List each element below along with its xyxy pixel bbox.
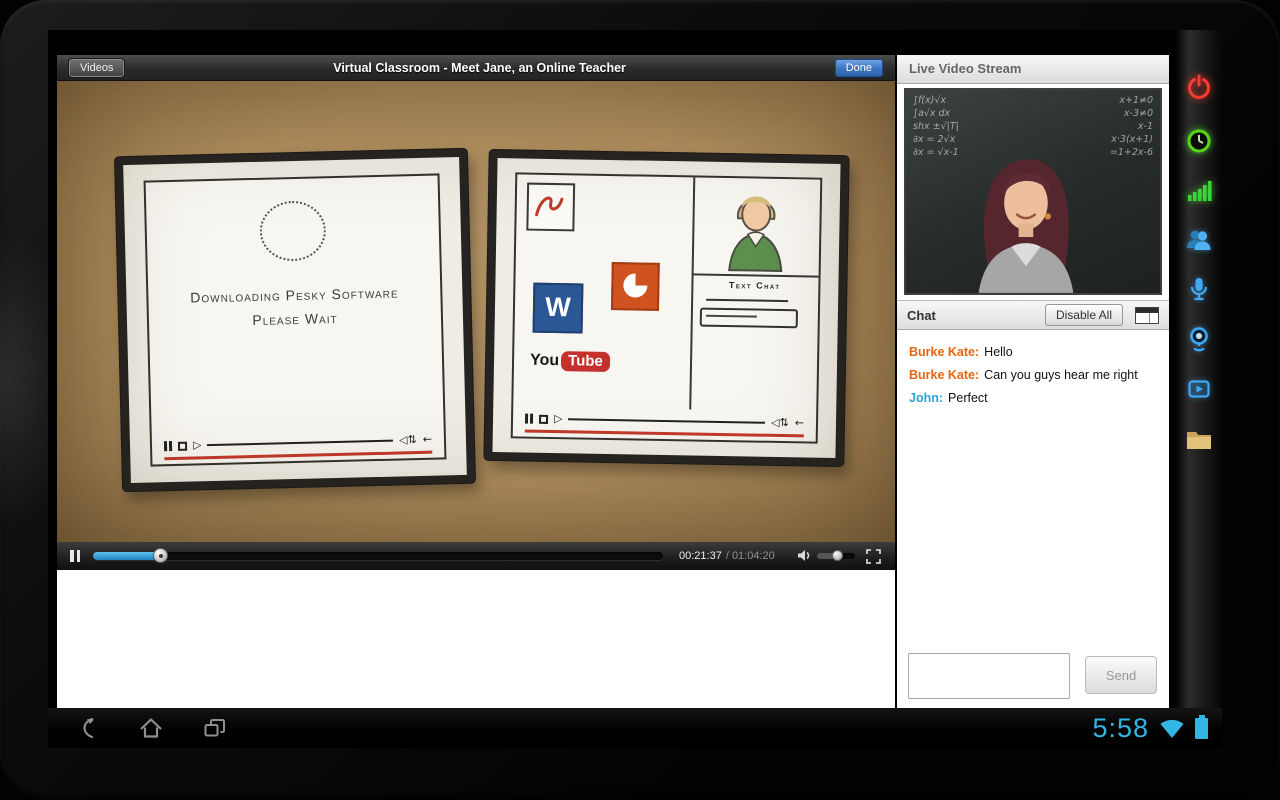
system-tray[interactable]: 5:58 [1092, 708, 1208, 748]
disable-all-button[interactable]: Disable All [1045, 304, 1123, 326]
side-panel: Live Video Stream ∫f(x)√x ∫a√x dx shx ±√… [897, 55, 1169, 708]
video-library-icon[interactable] [1175, 368, 1222, 410]
send-button[interactable]: Send [1085, 656, 1157, 694]
sketch-stop-icon [178, 441, 187, 450]
sketch-word-icon: W [533, 283, 584, 334]
chat-sender: John: [909, 391, 943, 405]
page-title: Virtual Classroom - Meet Jane, an Online… [124, 61, 834, 75]
sketch-arrow-icon: ← [795, 418, 804, 428]
chat-header: Chat Disable All [897, 300, 1169, 330]
chat-input[interactable] [908, 653, 1070, 699]
volume-icon[interactable] [797, 549, 812, 562]
mic-icon[interactable] [1175, 268, 1222, 310]
sketch-pause-icon [525, 414, 533, 424]
system-navbar: 5:58 [48, 708, 1222, 748]
webcam-icon[interactable] [1175, 318, 1222, 360]
sketch-chat-box [700, 308, 798, 329]
contacts-icon[interactable] [1175, 218, 1222, 260]
sketch-speaker-icon: ◁⇅ [399, 435, 417, 445]
pause-button[interactable] [70, 550, 82, 562]
chat-popout-icon[interactable] [1135, 307, 1159, 324]
time-display: 00:21:37/ 01:04:20 [679, 542, 775, 570]
sketch-progress-line [525, 430, 804, 438]
chat-title: Chat [907, 308, 1033, 323]
tablet: Videos Virtual Classroom - Meet Jane, an… [0, 0, 1280, 800]
sketch-screen-right: W You Tube [484, 150, 848, 466]
wifi-icon [1159, 718, 1185, 739]
sketch-arrow-icon: ← [423, 435, 432, 445]
sketch-person-icon [697, 182, 814, 274]
chat-sender: Burke Kate: [909, 345, 979, 359]
chat-text: Perfect [948, 391, 988, 405]
chat-text: Hello [984, 345, 1013, 359]
sketch-pause-icon [164, 441, 172, 451]
sketch-youtube-logo: You Tube [530, 351, 610, 372]
chat-message: Burke Kate: Hello [909, 345, 1157, 359]
sketch-play-icon: ▷ [193, 440, 202, 450]
teacher-portrait [945, 145, 1115, 295]
clock-icon[interactable] [1175, 120, 1222, 162]
seek-bar[interactable] [93, 552, 663, 560]
chat-message: Burke Kate: Can you guys hear me right [909, 368, 1157, 382]
chat-text: Can you guys hear me right [984, 368, 1138, 382]
side-toolbar [1175, 30, 1222, 708]
videos-button[interactable]: Videos [69, 59, 124, 77]
sketch-download-text: Downloading Pesky Software Please Wait [148, 283, 441, 330]
volume-slider[interactable] [817, 553, 855, 559]
app-window: Videos Virtual Classroom - Meet Jane, an… [57, 55, 1169, 708]
live-stream-video[interactable]: ∫f(x)√x ∫a√x dx shx ±√|T| ∂x = 2√x ∂x = … [904, 88, 1162, 295]
content-area-blank [57, 570, 895, 708]
sketch-pdf-icon [526, 183, 575, 232]
sketch-playbar: ▷ ◁⇅ ← [525, 411, 804, 432]
player-controls: 00:21:37/ 01:04:20 [57, 542, 895, 570]
sketch-stop-icon [539, 414, 548, 423]
status-clock: 5:58 [1092, 713, 1149, 744]
power-icon[interactable] [1175, 66, 1222, 108]
back-icon[interactable] [76, 716, 102, 740]
sketch-play-icon: ▷ [554, 414, 563, 424]
seek-knob[interactable] [153, 548, 168, 563]
seek-fill [93, 552, 161, 560]
sketch-screen-left: Downloading Pesky Software Please Wait ▷… [115, 149, 475, 492]
chat-message-list: Burke Kate: Hello Burke Kate: Can you guys… [897, 331, 1169, 633]
battery-icon [1195, 718, 1208, 739]
video-player[interactable]: Downloading Pesky Software Please Wait ▷… [57, 81, 895, 542]
tablet-screen: Videos Virtual Classroom - Meet Jane, an… [48, 30, 1222, 748]
done-button[interactable]: Done [835, 59, 883, 77]
signal-icon[interactable] [1175, 170, 1222, 212]
home-icon[interactable] [138, 716, 164, 740]
sketch-powerpoint-icon [611, 262, 660, 311]
chalkboard-equations-right: x+1≠0 x-3≠0 x-1 x·3(x+1) =1+2x-6 [1110, 94, 1153, 159]
folder-icon[interactable] [1175, 418, 1222, 460]
volume-knob[interactable] [832, 550, 843, 561]
sketch-text-chat-label: Text Chat [691, 279, 818, 291]
live-stream-header: Live Video Stream [897, 55, 1169, 84]
recents-icon[interactable] [202, 716, 228, 740]
fullscreen-button[interactable] [866, 549, 881, 564]
video-pane: Videos Virtual Classroom - Meet Jane, an… [57, 55, 895, 708]
sketch-speaker-icon: ◁⇅ [771, 418, 789, 428]
sketch-spinner-icon [259, 200, 326, 262]
chat-message: John: Perfect [909, 391, 1157, 405]
video-titlebar: Videos Virtual Classroom - Meet Jane, an… [57, 55, 895, 81]
chat-sender: Burke Kate: [909, 368, 979, 382]
